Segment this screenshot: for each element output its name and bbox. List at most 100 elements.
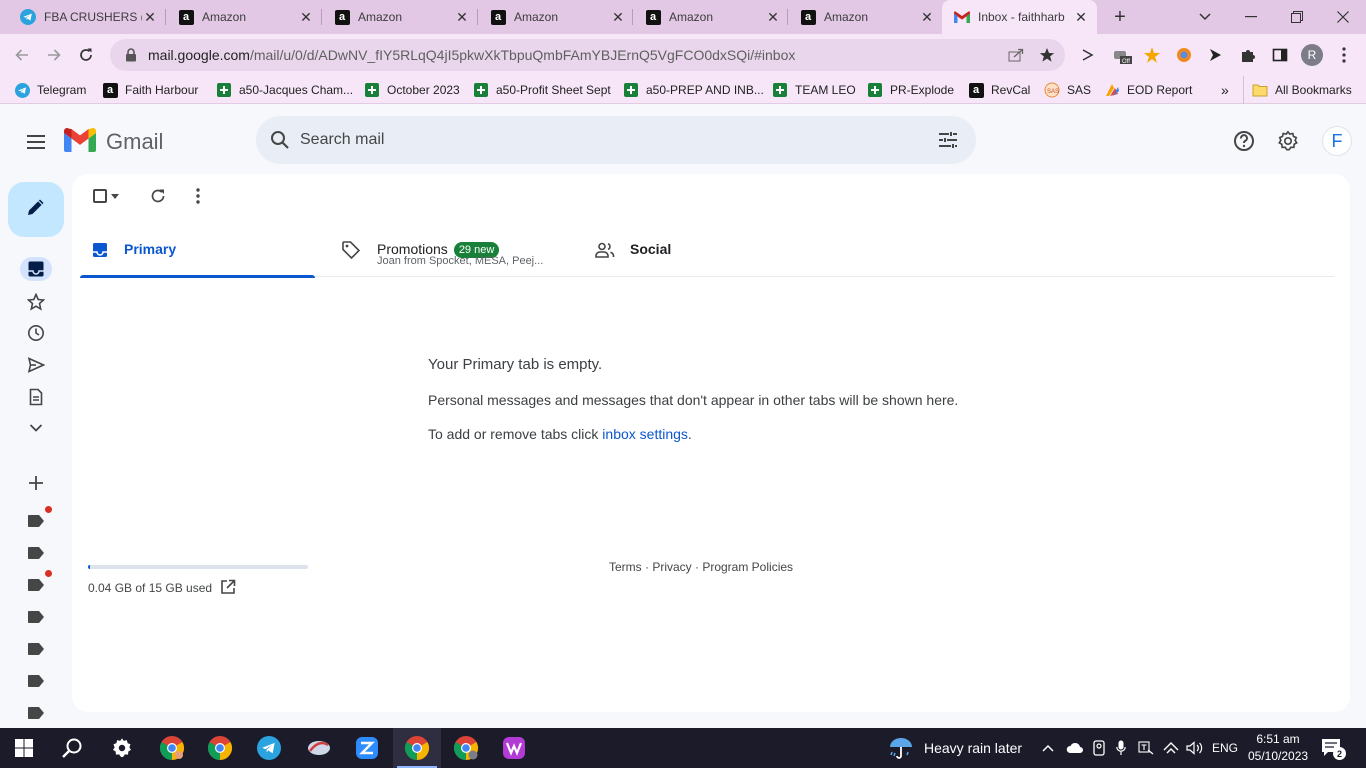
close-tab-icon[interactable]: ✕ bbox=[610, 9, 626, 25]
search-icon[interactable] bbox=[268, 128, 292, 152]
search-options-icon[interactable] bbox=[936, 128, 960, 152]
close-tab-icon[interactable]: ✕ bbox=[1073, 9, 1089, 25]
volume-speaker-icon[interactable] bbox=[1186, 728, 1204, 768]
gmail-logo[interactable]: Gmail bbox=[64, 126, 163, 158]
label-icon[interactable] bbox=[24, 570, 52, 597]
address-bar[interactable]: mail.google.com/mail/u/0/d/ADwNV_fIY5RLq… bbox=[110, 39, 1065, 71]
browser-tab-amazon-3[interactable]: a Amazon ✕ bbox=[478, 0, 634, 34]
browser-tab-amazon-5[interactable]: a Amazon ✕ bbox=[788, 0, 943, 34]
more-bookmarks-button[interactable]: » bbox=[1221, 81, 1229, 99]
chrome-profile-icon[interactable] bbox=[148, 728, 196, 768]
onedrive-cloud-icon[interactable] bbox=[1066, 728, 1084, 768]
more-chevron-icon[interactable] bbox=[24, 416, 48, 440]
browser-tab-amazon-1[interactable]: a Amazon ✕ bbox=[166, 0, 322, 34]
side-panel-icon[interactable] bbox=[1270, 45, 1290, 65]
all-bookmarks-button[interactable]: All Bookmarks bbox=[1252, 81, 1352, 99]
taskbar-clock[interactable]: 6:51 am 05/10/2023 bbox=[1248, 731, 1308, 765]
camera-icon[interactable] bbox=[1092, 728, 1106, 768]
restore-icon[interactable] bbox=[1274, 0, 1320, 34]
browser-tab-amazon-4[interactable]: a Amazon ✕ bbox=[633, 0, 789, 34]
show-hidden-icons-chevron-icon[interactable] bbox=[1042, 728, 1058, 768]
label-icon[interactable] bbox=[24, 541, 48, 565]
close-tab-icon[interactable]: ✕ bbox=[765, 9, 781, 25]
close-window-icon[interactable] bbox=[1320, 0, 1366, 34]
inbox-settings-link[interactable]: inbox settings bbox=[602, 426, 688, 442]
tab-search-icon[interactable] bbox=[1182, 0, 1228, 34]
sent-icon[interactable] bbox=[24, 353, 48, 377]
browser-tab-amazon-2[interactable]: a Amazon ✕ bbox=[322, 0, 478, 34]
compose-button[interactable] bbox=[8, 182, 64, 237]
starred-icon[interactable] bbox=[24, 290, 48, 314]
profile-avatar[interactable]: R bbox=[1301, 44, 1323, 66]
share-icon[interactable] bbox=[1007, 46, 1025, 64]
label-icon[interactable] bbox=[24, 637, 48, 661]
chrome-menu-icon[interactable] bbox=[1334, 45, 1354, 65]
bookmark-revcal[interactable]: a RevCal bbox=[968, 81, 1030, 99]
tab-promotions[interactable]: Promotions 29 new Joan from Spocket, MESA… bbox=[335, 224, 575, 277]
bookmark-star-icon[interactable] bbox=[1038, 46, 1056, 64]
bookmark-october-2023[interactable]: October 2023 bbox=[364, 81, 460, 99]
bookmark-telegram[interactable]: Telegram bbox=[14, 81, 86, 99]
label-icon[interactable] bbox=[24, 506, 52, 533]
microphone-icon[interactable] bbox=[1116, 728, 1128, 768]
settings-gear-icon[interactable] bbox=[98, 728, 146, 768]
zoom-icon[interactable] bbox=[343, 728, 391, 768]
bookmark-profit-sheet[interactable]: a50-Profit Sheet Sept bbox=[473, 81, 611, 99]
open-in-new-icon[interactable] bbox=[220, 579, 236, 595]
select-dropdown-caret-icon[interactable] bbox=[108, 184, 122, 208]
search-bar[interactable] bbox=[256, 116, 976, 164]
chrome-icon[interactable] bbox=[196, 728, 244, 768]
bookmark-eod-report[interactable]: EOD Report bbox=[1104, 81, 1192, 99]
back-arrow-icon[interactable] bbox=[9, 42, 35, 68]
extension-circle-icon[interactable] bbox=[1174, 45, 1194, 65]
bookmark-team-leo[interactable]: TEAM LEO bbox=[772, 81, 856, 99]
browser-tab-fba-crushers[interactable]: FBA CRUSHERS ( ✕ bbox=[8, 0, 166, 34]
tab-primary[interactable]: Primary bbox=[80, 224, 315, 278]
extensions-puzzle-icon[interactable] bbox=[1238, 45, 1258, 65]
forward-arrow-icon[interactable] bbox=[41, 42, 67, 68]
close-tab-icon[interactable]: ✕ bbox=[298, 9, 314, 25]
search-input[interactable] bbox=[300, 126, 900, 154]
lock-icon[interactable] bbox=[124, 48, 138, 62]
reload-icon[interactable] bbox=[73, 42, 99, 68]
inbox-icon[interactable] bbox=[20, 257, 52, 281]
search-icon[interactable] bbox=[48, 728, 96, 768]
close-tab-icon[interactable]: ✕ bbox=[142, 9, 158, 25]
refresh-icon[interactable] bbox=[146, 184, 170, 208]
label-icon[interactable] bbox=[24, 669, 48, 693]
language-indicator[interactable]: ENG bbox=[1212, 728, 1238, 768]
bookmark-pr-explode[interactable]: PR-Explode bbox=[867, 81, 954, 99]
help-icon[interactable] bbox=[1231, 128, 1257, 154]
account-avatar[interactable]: F bbox=[1322, 126, 1352, 156]
chrome-active-window-icon[interactable] bbox=[393, 728, 441, 768]
extension-boost-icon[interactable] bbox=[1142, 45, 1162, 65]
notifications-icon[interactable]: 2 bbox=[1320, 736, 1346, 760]
chrome-profile-r-icon[interactable] bbox=[442, 728, 490, 768]
close-tab-icon[interactable]: ✕ bbox=[919, 9, 935, 25]
extension-arrow-icon[interactable] bbox=[1078, 45, 1098, 65]
input-method-icon[interactable] bbox=[1138, 728, 1156, 768]
bookmark-jacques[interactable]: a50-Jacques Cham... bbox=[216, 81, 353, 99]
footer-links[interactable]: Terms · Privacy · Program Policies bbox=[609, 560, 793, 574]
windows-start-icon[interactable] bbox=[0, 728, 48, 768]
app-feather-icon[interactable] bbox=[295, 728, 343, 768]
weather-widget[interactable]: Heavy rain later bbox=[888, 728, 1022, 768]
drafts-icon[interactable] bbox=[24, 385, 48, 409]
tab-social[interactable]: Social bbox=[585, 224, 765, 277]
network-icon[interactable] bbox=[1162, 728, 1180, 768]
close-tab-icon[interactable]: ✕ bbox=[454, 9, 470, 25]
bookmark-faith-harbour[interactable]: a Faith Harbour bbox=[102, 81, 198, 99]
label-icon[interactable] bbox=[24, 701, 48, 725]
settings-gear-icon[interactable] bbox=[1275, 128, 1301, 154]
telegram-icon[interactable] bbox=[245, 728, 293, 768]
extension-play-icon[interactable] bbox=[1205, 45, 1225, 65]
extension-off-icon[interactable]: Off bbox=[1112, 45, 1132, 65]
minimize-icon[interactable] bbox=[1228, 0, 1274, 34]
bookmark-prep-and-inb[interactable]: a50-PREP AND INB... bbox=[623, 81, 764, 99]
label-icon[interactable] bbox=[24, 605, 48, 629]
bookmark-sas[interactable]: SAS SAS bbox=[1044, 81, 1091, 99]
browser-tab-gmail-inbox[interactable]: Inbox - faithharb ✕ bbox=[942, 0, 1097, 34]
wps-office-icon[interactable] bbox=[490, 728, 538, 768]
main-menu-icon[interactable] bbox=[22, 128, 50, 156]
more-options-icon[interactable] bbox=[186, 184, 210, 208]
